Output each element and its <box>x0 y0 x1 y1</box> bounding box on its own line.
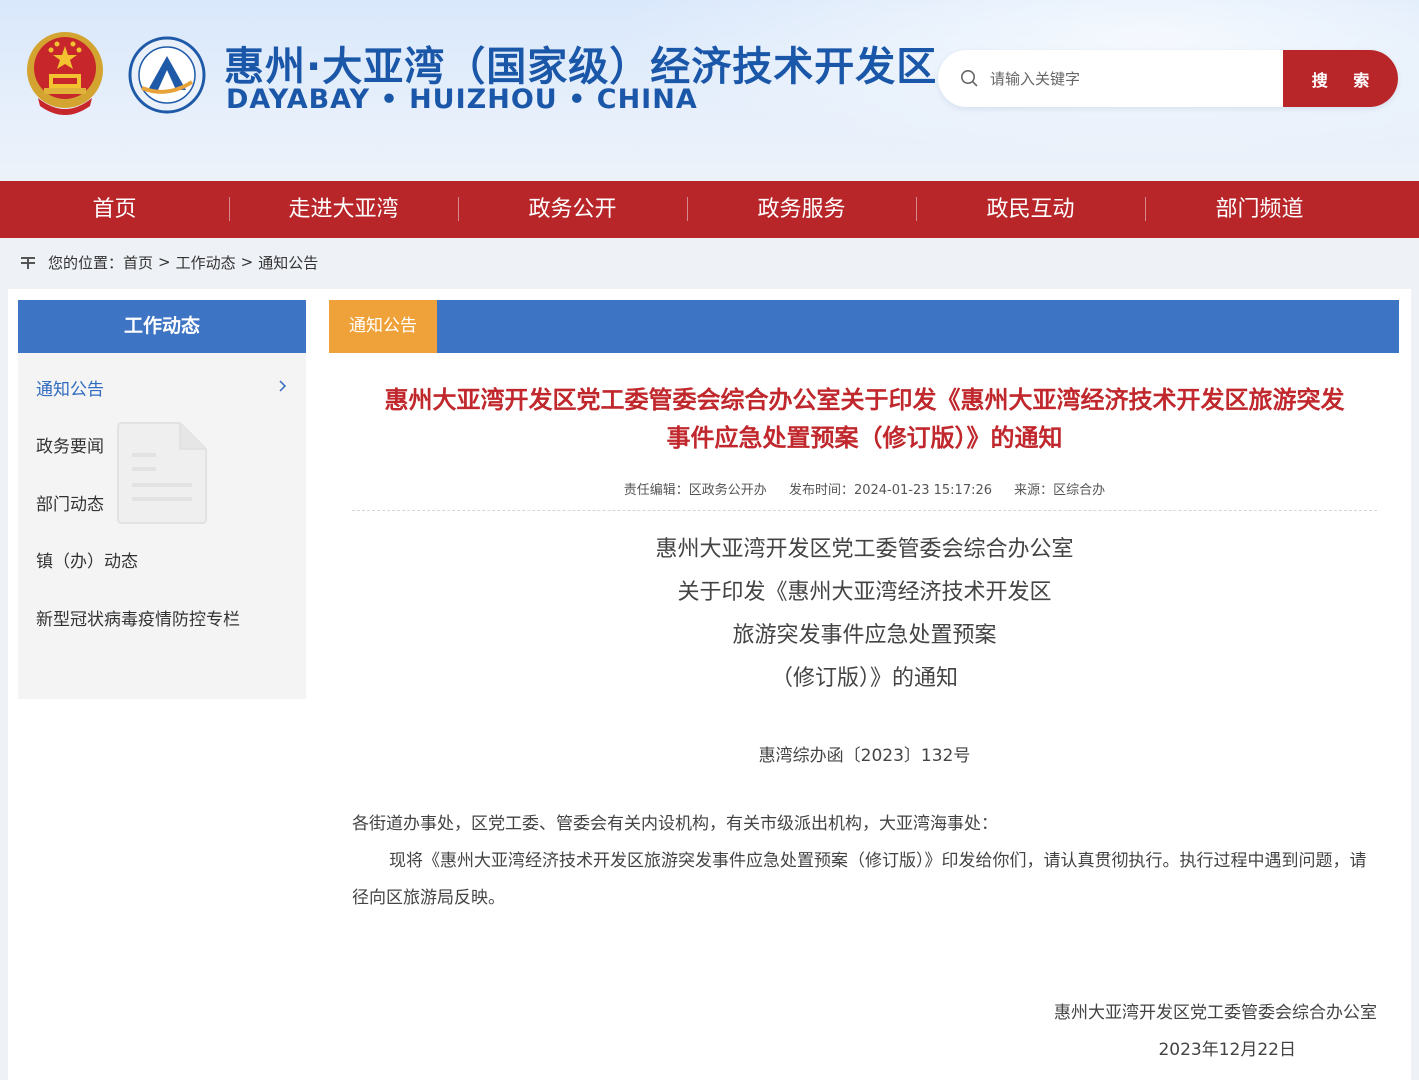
sidebar-item-town-news[interactable]: 镇（办）动态 <box>36 547 138 572</box>
content-header-bar <box>329 300 1399 353</box>
site-header: 惠州·大亚湾（国家级）经济技术开发区 DAYABAY • HUIZHOU • C… <box>0 0 1419 181</box>
doc-heading-line: 旅游突发事件应急处置预案 <box>732 623 997 648</box>
site-title-en: DAYABAY • HUIZHOU • CHINA <box>226 84 698 115</box>
sign-date: 2023年12月22日 <box>1158 1040 1296 1060</box>
sidebar-heading: 工作动态 <box>18 300 306 353</box>
nav-item-about[interactable]: 走进大亚湾 <box>229 181 458 238</box>
search-button[interactable]: 搜 索 <box>1283 50 1398 107</box>
chevron-right-icon <box>279 380 287 392</box>
tab-notices[interactable]: 通知公告 <box>329 300 437 353</box>
body-paragraph: 现将《惠州大亚湾经济技术开发区旅游突发事件应急处置预案（修订版）》印发给你们，请… <box>352 851 1367 908</box>
article-meta: 责任编辑：区政务公开办 发布时间：2024-01-23 15:17:26 来源：… <box>352 479 1377 498</box>
salutation: 各街道办事处，区党工委、管委会有关内设机构，有关市级派出机构，大亚湾海事处： <box>352 814 998 834</box>
meta-time: 发布时间：2024-01-23 15:17:26 <box>788 483 993 498</box>
document-watermark-icon <box>117 422 207 524</box>
search-icon <box>961 70 978 87</box>
breadcrumb-home[interactable]: 首页 <box>123 252 153 273</box>
divider <box>352 510 1377 511</box>
search-box: 搜 索 <box>938 50 1398 107</box>
sidebar-item-dept-news[interactable]: 部门动态 <box>36 490 104 515</box>
doc-heading-line: 惠州大亚湾开发区党工委管委会综合办公室 <box>655 537 1074 562</box>
doc-number: 惠湾综办函〔2023〕132号 <box>758 746 971 766</box>
sidebar-item-notices[interactable]: 通知公告 <box>36 375 104 400</box>
nav-item-interaction[interactable]: 政民互动 <box>916 181 1145 238</box>
signature: 惠州大亚湾开发区党工委管委会综合办公室 <box>1054 1003 1377 1023</box>
doc-heading-line: （修订版）》的通知 <box>770 666 958 691</box>
search-input[interactable] <box>990 50 1280 107</box>
nav-item-home[interactable]: 首页 <box>0 181 229 238</box>
breadcrumb-news[interactable]: 工作动态 <box>176 252 236 273</box>
article-title-line: 惠州大亚湾开发区党工委管委会综合办公室关于印发《惠州大亚湾经济技术开发区旅游突发 <box>384 386 1345 414</box>
breadcrumb-prefix: 您的位置： <box>48 253 124 272</box>
breadcrumb-separator: > <box>240 253 254 271</box>
national-emblem-icon[interactable] <box>24 28 106 120</box>
breadcrumb: 您的位置： 首页 > 工作动态 > 通知公告 <box>20 251 318 273</box>
article-title-line: 事件应急处置预案（修订版）》的通知 <box>666 424 1063 452</box>
article-title: 惠州大亚湾开发区党工委管委会综合办公室关于印发《惠州大亚湾经济技术开发区旅游突发… <box>352 381 1377 457</box>
meta-source: 来源：区综合办 <box>1014 483 1106 498</box>
nav-item-services[interactable]: 政务服务 <box>687 181 916 238</box>
dayabay-logo-icon[interactable] <box>128 36 206 114</box>
doc-heading-line: 关于印发《惠州大亚湾经济技术开发区 <box>677 580 1052 605</box>
breadcrumb-icon <box>21 257 35 269</box>
breadcrumb-notices[interactable]: 通知公告 <box>258 252 318 273</box>
sidebar-list <box>18 353 306 699</box>
sidebar-item-covid[interactable]: 新型冠状病毒疫情防控专栏 <box>36 605 240 630</box>
nav-item-open-gov[interactable]: 政务公开 <box>458 181 687 238</box>
nav-item-departments[interactable]: 部门频道 <box>1145 181 1374 238</box>
breadcrumb-separator: > <box>158 253 171 271</box>
sidebar-item-gov-news[interactable]: 政务要闻 <box>36 432 104 457</box>
main-nav: 首页 走进大亚湾 政务公开 政务服务 政民互动 部门频道 <box>0 181 1419 238</box>
meta-editor: 责任编辑：区政务公开办 <box>623 483 767 498</box>
